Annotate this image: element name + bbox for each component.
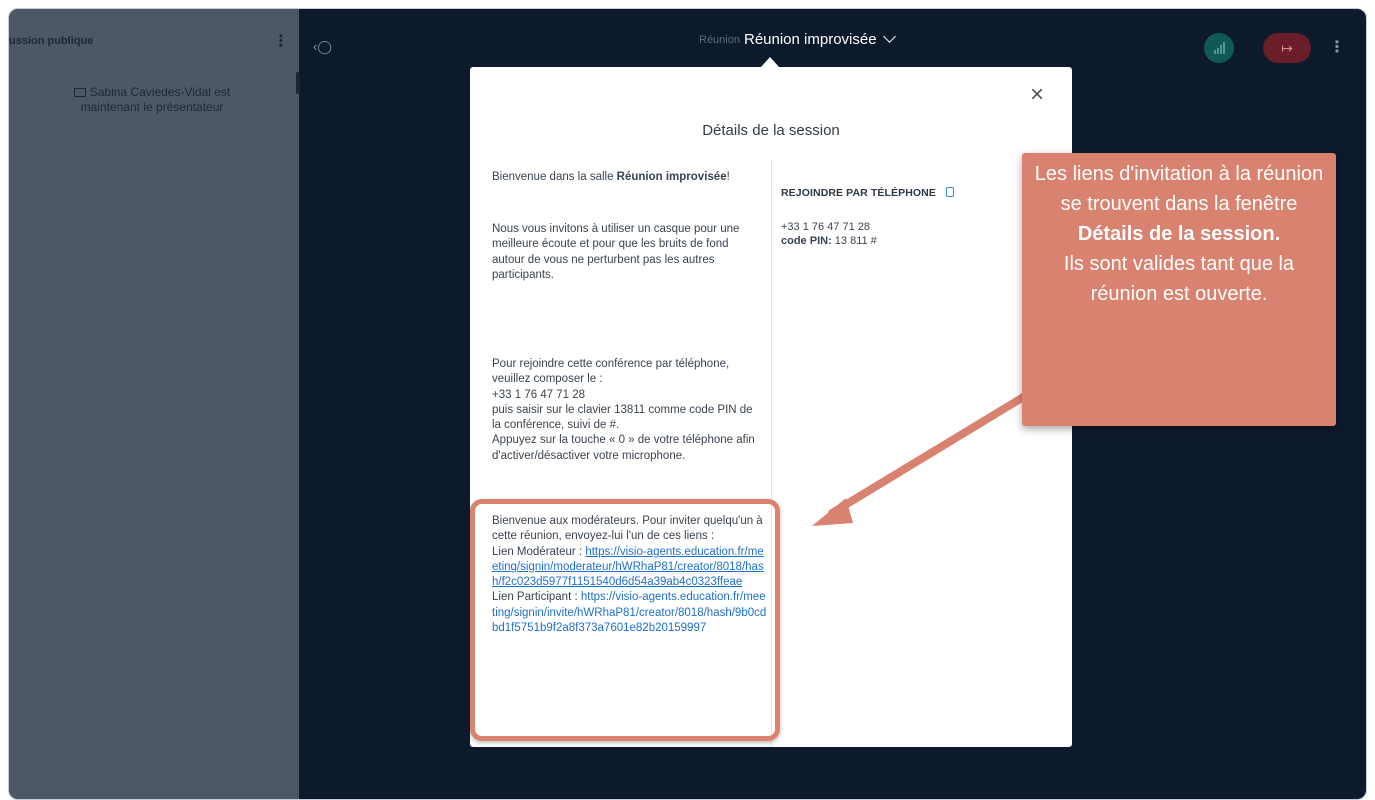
meeting-title[interactable]: Réunion Réunion improvisée bbox=[699, 30, 896, 55]
modal-title: Détails de la session bbox=[702, 122, 840, 139]
leave-meeting-button[interactable]: ↦ bbox=[1263, 33, 1311, 63]
welcome-room-name: Réunion improvisée bbox=[616, 171, 727, 183]
phone-instructions: Pour rejoindre cette conférence par télé… bbox=[492, 357, 764, 464]
connection-bars-icon bbox=[1214, 42, 1226, 54]
connection-status-button[interactable] bbox=[1204, 33, 1234, 63]
welcome-paragraph: Bienvenue dans la salle Réunion improvis… bbox=[492, 170, 768, 185]
chat-message-text: Sabina Caviedes-Vidal est maintenant le … bbox=[80, 85, 231, 114]
pin-value: 13 811 # bbox=[834, 235, 877, 247]
phone-column: REJOINDRE PAR TÉLÉPHONE +33 1 76 47 71 2… bbox=[781, 187, 1051, 247]
leave-icon: ↦ bbox=[1281, 40, 1293, 56]
links-highlight-box bbox=[470, 499, 780, 741]
chat-panel: ussion publique ⋮ Sabina Caviedes-Vidal … bbox=[9, 9, 300, 799]
headset-paragraph: Nous vous invitons à utiliser un casque … bbox=[492, 223, 740, 281]
callout-text-2: Ils sont valides tant que la réunion est… bbox=[1063, 253, 1295, 305]
copy-icon[interactable] bbox=[945, 187, 954, 197]
pin-label: code PIN: bbox=[781, 235, 832, 247]
user-toggle-icon[interactable]: ‹◯ bbox=[313, 39, 335, 55]
chat-title: ussion publique bbox=[9, 35, 94, 47]
meeting-title-text: Réunion improvisée bbox=[743, 31, 877, 48]
modal-caret bbox=[761, 57, 779, 67]
annotation-callout: Les liens d'invitation à la réunion se t… bbox=[1022, 153, 1336, 426]
phone-section-title: REJOINDRE PAR TÉLÉPHONE bbox=[781, 187, 936, 199]
welcome-prefix: Bienvenue dans la salle bbox=[492, 171, 617, 183]
phone-section: REJOINDRE PAR TÉLÉPHONE bbox=[781, 187, 1051, 199]
callout-text-1: Les liens d'invitation à la réunion se t… bbox=[1034, 163, 1324, 215]
pin-line: code PIN: 13 811 # bbox=[781, 235, 1051, 247]
panel-resize-handle[interactable] bbox=[296, 72, 300, 94]
phone-line: Appuyez sur la touche « 0 » de votre tél… bbox=[492, 434, 755, 462]
phone-line: puis saisir sur le clavier 13811 comme c… bbox=[492, 403, 753, 432]
phone-line: Pour rejoindre cette conférence par télé… bbox=[492, 358, 730, 386]
callout-text-bold: Détails de la session. bbox=[1077, 223, 1281, 245]
phone-line: +33 1 76 47 71 28 bbox=[492, 388, 586, 401]
options-kebab-icon[interactable]: ⋮ bbox=[1329, 37, 1345, 57]
chevron-down-icon bbox=[882, 30, 896, 43]
phone-number: +33 1 76 47 71 28 bbox=[781, 221, 870, 233]
welcome-suffix: ! bbox=[726, 171, 730, 183]
chat-options-kebab-icon[interactable]: ⋮ bbox=[273, 31, 289, 51]
chat-header: ussion publique ⋮ bbox=[9, 31, 299, 51]
chat-system-message: Sabina Caviedes-Vidal est maintenant le … bbox=[47, 85, 257, 115]
screen-share-icon bbox=[73, 88, 86, 97]
meeting-title-ghost: Réunion bbox=[699, 34, 740, 46]
close-icon[interactable]: × bbox=[1030, 83, 1044, 107]
